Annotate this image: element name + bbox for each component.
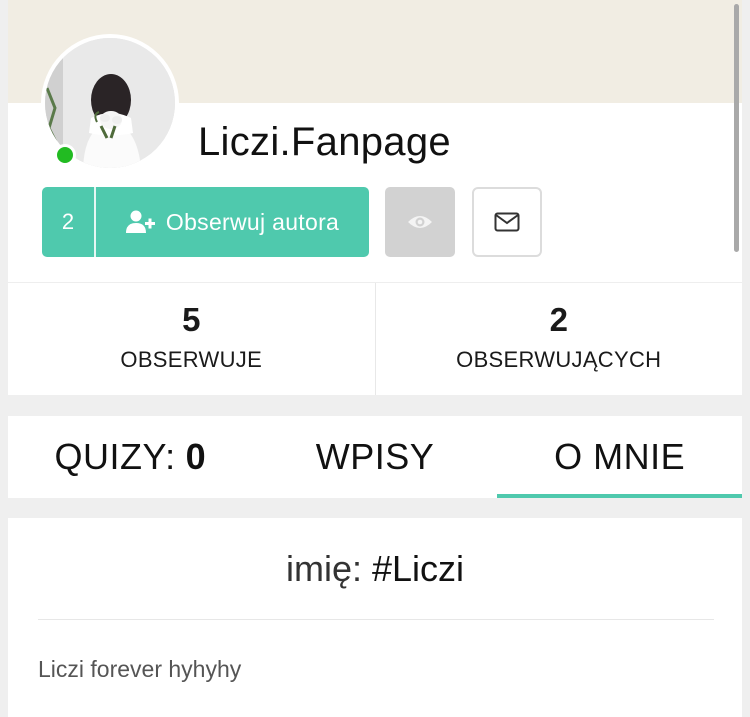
message-button[interactable]	[472, 187, 542, 257]
stat-following[interactable]: 5 OBSERWUJE	[8, 283, 375, 395]
tab-count: 0	[185, 436, 207, 477]
tab-label: O MNIE	[554, 436, 686, 477]
about-description: Liczi forever hyhyhy	[38, 656, 242, 682]
profile-stats: 5 OBSERWUJE 2 OBSERWUJĄCYCH	[8, 282, 742, 395]
tab-posts[interactable]: WPISY	[253, 416, 498, 498]
user-plus-icon	[125, 210, 155, 233]
envelope-icon	[494, 212, 520, 232]
about-name-value: #Liczi	[371, 548, 465, 589]
watch-button[interactable]	[385, 187, 455, 257]
about-name: imię: #Liczi	[8, 548, 742, 590]
about-name-label: imię:	[285, 548, 362, 589]
tab-quizzes[interactable]: QUIZY: 0	[8, 416, 253, 498]
follow-label: Obserwuj autora	[165, 208, 340, 235]
tab-label: QUIZY:	[54, 436, 176, 477]
eye-icon	[408, 216, 432, 228]
stat-value: 5	[182, 301, 201, 338]
divider	[38, 619, 714, 620]
profile-username: Liczi.Fanpage	[198, 120, 451, 164]
scrollbar[interactable]	[734, 4, 739, 252]
follow-author-button[interactable]: 2 Obserwuj autora	[42, 187, 369, 257]
profile-tabs: QUIZY: 0 WPISY O MNIE	[8, 416, 742, 498]
about-section: imię: #Liczi Liczi forever hyhyhy	[8, 518, 742, 717]
stat-label: OBSERWUJE	[120, 347, 263, 372]
online-status-dot	[54, 144, 76, 166]
follow-count: 2	[42, 187, 96, 257]
tab-about[interactable]: O MNIE	[497, 416, 742, 498]
stat-followers[interactable]: 2 OBSERWUJĄCYCH	[374, 283, 743, 395]
tab-label: WPISY	[315, 436, 435, 477]
stat-label: OBSERWUJĄCYCH	[456, 347, 662, 372]
follow-main[interactable]: Obserwuj autora	[96, 187, 369, 257]
profile-card: Liczi.Fanpage 2 Obserwuj autora 5 OBSERW…	[8, 0, 742, 395]
stat-value: 2	[549, 301, 568, 338]
